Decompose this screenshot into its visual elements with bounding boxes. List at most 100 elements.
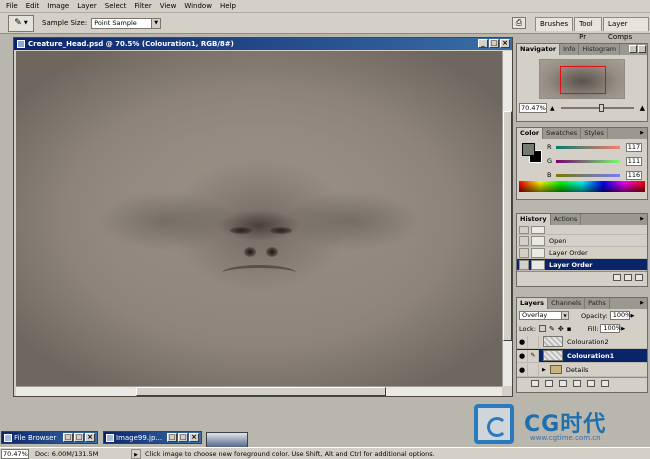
blue-slider[interactable] [556,173,620,177]
menu-filter[interactable]: Filter [130,0,155,13]
menu-select[interactable]: Select [101,0,131,13]
vertical-scrollbar[interactable] [502,51,512,386]
layer-mask-icon[interactable] [545,379,553,387]
opacity-field[interactable]: 100% [609,311,631,320]
tab-info[interactable]: Info [560,44,580,55]
eye-icon[interactable]: ● [517,349,528,362]
blue-value[interactable]: 116 [626,170,642,180]
eye-icon[interactable]: ● [517,335,528,348]
red-row: R 117 [547,142,647,152]
layer-link-slot[interactable] [528,335,539,348]
tab-layers[interactable]: Layers [517,298,549,309]
tab-color[interactable]: Color [517,128,544,139]
eye-icon[interactable]: ● [517,363,528,376]
close-button[interactable]: × [85,433,95,442]
tab-swatches[interactable]: Swatches [543,128,582,139]
navigator-preview[interactable] [539,59,625,99]
layer-row[interactable]: ● Colouration2 [517,335,647,349]
maximize-button[interactable]: □ [489,39,499,48]
paintbrush-icon[interactable]: ✎ [528,349,539,362]
horizontal-scroll-thumb[interactable] [136,387,386,396]
tab-navigator[interactable]: Navigator [517,44,561,55]
navigator-view-box[interactable] [560,66,606,94]
red-value[interactable]: 117 [626,142,642,152]
horizontal-scrollbar[interactable] [16,386,502,396]
tool-preset-picker[interactable]: ✎ ▼ [8,14,34,32]
sample-size-select[interactable]: Point Sample ▼ [91,17,162,29]
minimize-button[interactable]: _ [478,39,488,48]
tab-history[interactable]: History [517,214,551,225]
layer-row-selected[interactable]: ● ✎ Colouration1 [517,349,647,363]
status-menu-icon[interactable]: ▶ [131,448,141,459]
history-item-selected[interactable]: Layer Order [517,259,647,271]
menu-layer[interactable]: Layer [73,0,101,13]
zoom-in-icon[interactable]: ▲ [640,104,645,112]
history-source-checkbox[interactable] [519,259,529,270]
history-source-checkbox[interactable] [519,247,529,258]
menu-help[interactable]: Help [216,0,240,13]
history-snapshot-row[interactable] [517,225,647,235]
palette-minimize-button[interactable] [629,45,637,53]
history-item[interactable]: Open [517,235,647,247]
well-tab-layer-comps[interactable]: Layer Comps [603,17,649,41]
layer-link-slot[interactable] [528,363,539,376]
new-layer-icon[interactable] [587,379,595,387]
lock-transparency-icon[interactable] [539,325,547,332]
navigator-zoom-field[interactable]: 70.47% [519,103,547,113]
layer-style-icon[interactable] [531,379,539,387]
lock-all-icon[interactable]: ▪ [567,325,572,333]
maximize-button[interactable]: □ [178,433,188,442]
print-icon[interactable]: ⎙ [512,17,526,29]
palette-menu-icon[interactable]: ▶ [638,129,646,137]
green-slider[interactable] [556,159,620,163]
green-value[interactable]: 111 [626,156,642,166]
restore-button[interactable]: □ [167,433,177,442]
tab-actions[interactable]: Actions [551,214,582,225]
tab-histogram[interactable]: Histogram [579,44,621,55]
menu-view[interactable]: View [156,0,181,13]
menu-image[interactable]: Image [43,0,73,13]
blend-mode-select[interactable]: Overlay ▼ [519,311,569,320]
file-browser-window[interactable]: File Browser □ □ × [1,431,98,444]
camera-icon[interactable] [624,273,632,281]
tab-styles[interactable]: Styles [581,128,608,139]
trash-icon[interactable] [635,273,643,281]
history-source-checkbox[interactable] [519,225,529,234]
new-document-icon[interactable] [613,273,621,281]
history-source-checkbox[interactable] [519,235,529,246]
well-tab-brushes[interactable]: Brushes [535,17,574,31]
lock-move-icon[interactable]: ✥ [558,325,564,333]
tab-channels[interactable]: Channels [548,298,586,309]
image99-window[interactable]: Image99.jp... □ □ × [103,431,202,444]
menu-file[interactable]: File [2,0,22,13]
palette-close-button[interactable] [638,45,646,53]
zoom-out-icon[interactable]: ▲ [550,105,555,112]
tab-paths[interactable]: Paths [585,298,610,309]
image-canvas[interactable] [16,51,502,386]
trash-icon[interactable] [601,379,609,387]
menu-edit[interactable]: Edit [22,0,44,13]
well-tab-tool-presets[interactable]: Tool Pr [574,17,603,41]
close-button[interactable]: × [500,39,510,48]
lock-brush-icon[interactable]: ✎ [549,325,555,333]
foreground-color-swatch[interactable] [522,143,535,156]
fill-field[interactable]: 100% [600,324,622,333]
layer-group-row[interactable]: ● ▶ Details [517,363,647,377]
new-set-icon[interactable] [559,379,567,387]
color-ramp[interactable] [519,181,645,192]
document-title-bar[interactable]: Creature_Head.psd @ 70.5% (Colouration1,… [14,38,512,50]
maximize-button[interactable]: □ [74,433,84,442]
close-button[interactable]: × [189,433,199,442]
navigator-zoom-slider[interactable] [560,104,634,112]
restore-button[interactable]: □ [63,433,73,442]
history-item[interactable]: Layer Order [517,247,647,259]
red-slider[interactable] [556,145,620,149]
adjustment-layer-icon[interactable] [573,379,581,387]
vertical-scroll-thumb[interactable] [503,111,512,341]
expand-triangle-icon[interactable]: ▶ [542,367,546,373]
palette-menu-icon[interactable]: ▶ [638,215,646,223]
menu-window[interactable]: Window [180,0,216,13]
status-zoom-field[interactable]: 70.47% [1,448,29,459]
palette-menu-icon[interactable]: ▶ [638,299,646,307]
zoom-slider-knob[interactable] [598,104,604,112]
